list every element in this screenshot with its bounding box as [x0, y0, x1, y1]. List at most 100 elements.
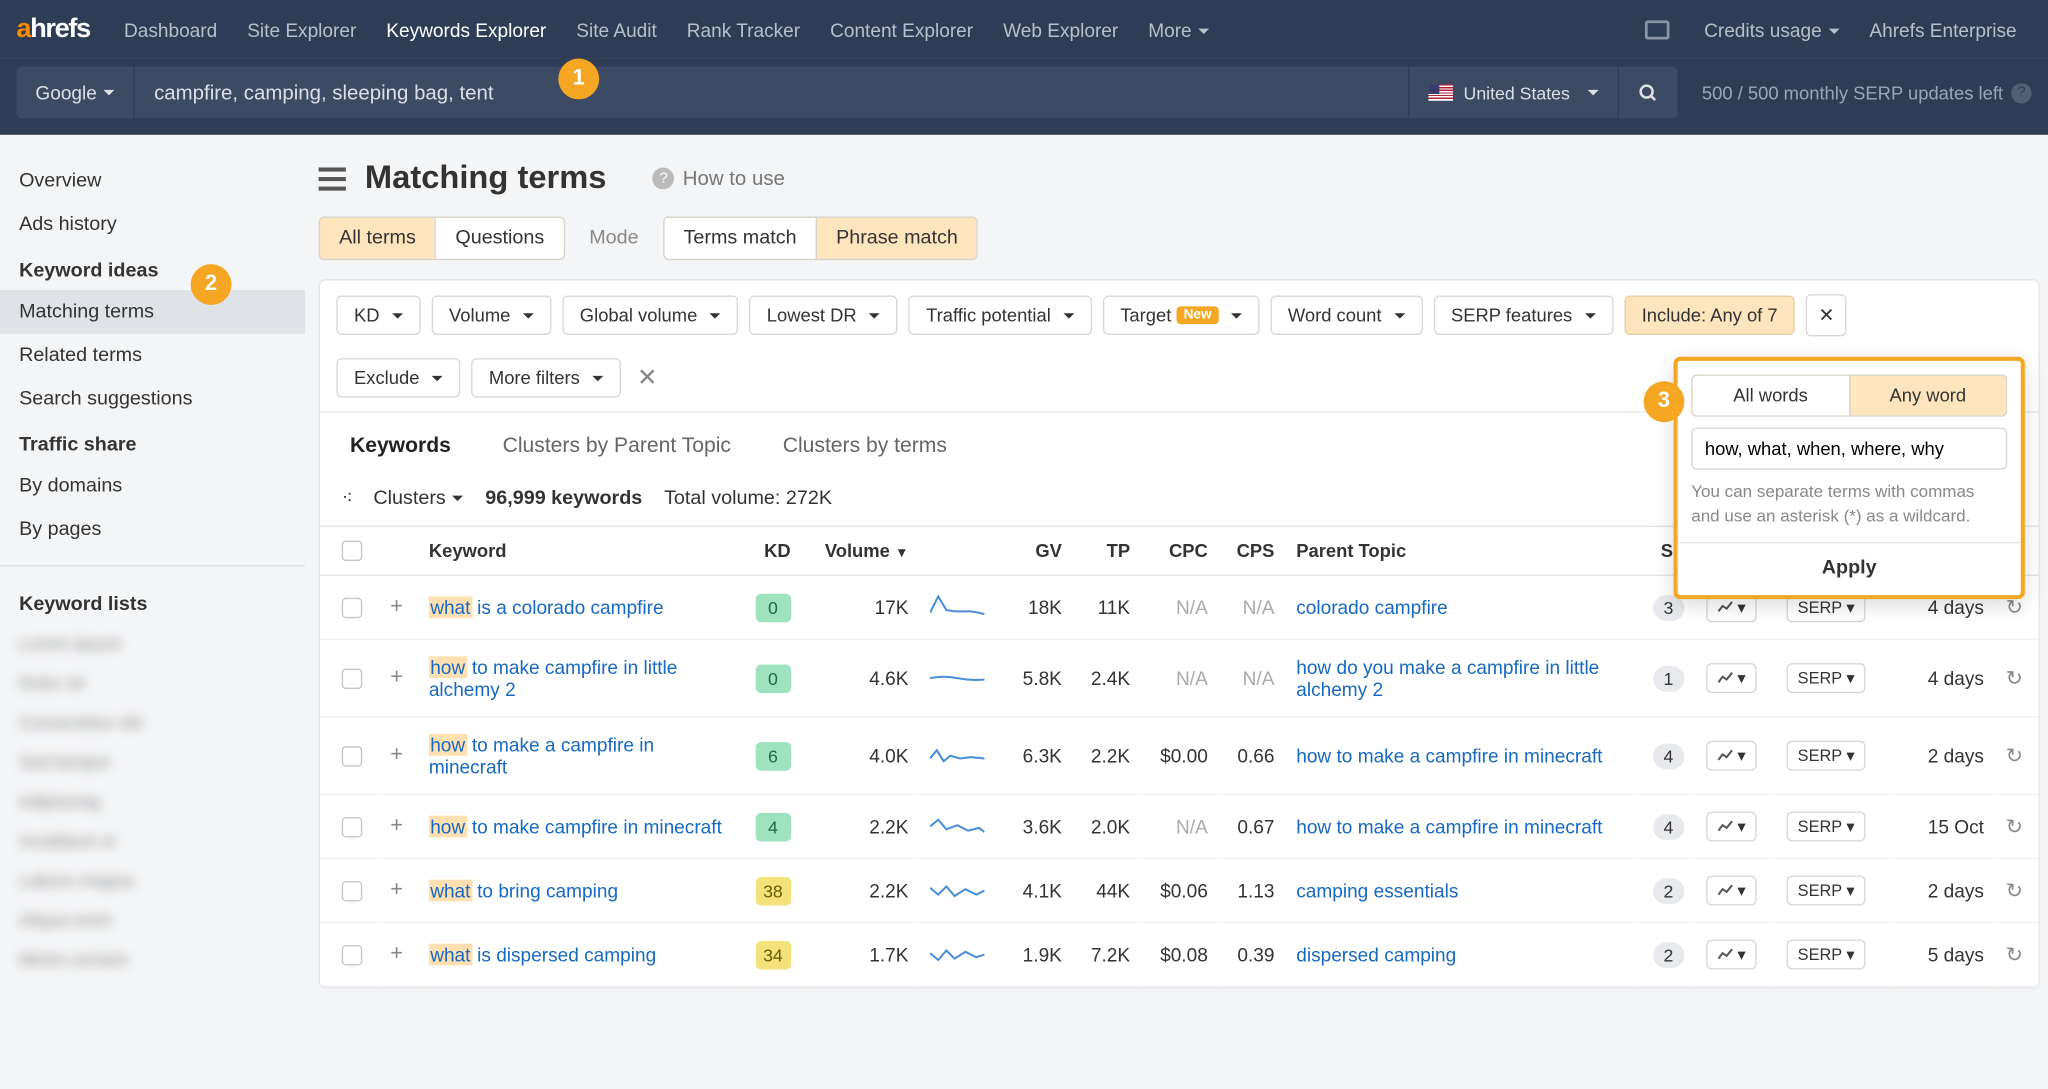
nav-content-explorer[interactable]: Content Explorer	[815, 18, 988, 40]
row-checkbox[interactable]	[342, 668, 362, 688]
parent-topic-link[interactable]: how do you make a campfire in little alc…	[1296, 656, 1599, 700]
tab-clusters-by-parent-topic[interactable]: Clusters by Parent Topic	[494, 413, 739, 481]
tab-clusters-by-terms[interactable]: Clusters by terms	[775, 413, 956, 481]
expand-icon[interactable]: +	[390, 743, 403, 766]
terms-toggle[interactable]: All termsQuestions	[319, 217, 565, 261]
account-menu[interactable]: Ahrefs Enterprise	[1854, 18, 2031, 40]
trend-button[interactable]: ▾	[1706, 940, 1756, 970]
keyword-link[interactable]: what is dispersed camping	[429, 944, 656, 966]
row-checkbox[interactable]	[342, 880, 362, 900]
seg-opt-questions[interactable]: Questions	[435, 218, 563, 259]
col-CPS[interactable]: CPS	[1219, 526, 1286, 575]
keyword-link[interactable]: how to make a campfire in minecraft	[429, 734, 654, 778]
col-TP[interactable]: TP	[1073, 526, 1141, 575]
serp-button[interactable]: SERP ▾	[1787, 876, 1866, 906]
country-select[interactable]: United States	[1408, 67, 1618, 119]
nav-dashboard[interactable]: Dashboard	[109, 18, 232, 40]
keyword-link[interactable]: what to bring camping	[429, 880, 618, 902]
expand-icon[interactable]: +	[390, 595, 403, 618]
filter-more-filters[interactable]: More filters	[471, 358, 620, 397]
trend-button[interactable]: ▾	[1706, 741, 1756, 771]
search-engine-select[interactable]: Google	[16, 67, 135, 119]
trend-button[interactable]: ▾	[1706, 876, 1756, 906]
sidebar-item-by-domains[interactable]: By domains	[0, 464, 305, 508]
include-clear[interactable]: ✕	[1806, 294, 1846, 336]
refresh-icon[interactable]: ↻	[2006, 880, 2023, 903]
keyword-link[interactable]: how to make campfire in minecraft	[429, 816, 722, 838]
refresh-icon[interactable]: ↻	[2006, 596, 2023, 619]
expand-icon[interactable]: +	[390, 942, 403, 965]
filter-lowest-dr[interactable]: Lowest DR	[749, 295, 897, 334]
filter-global-volume[interactable]: Global volume	[562, 295, 738, 334]
nav-site-explorer[interactable]: Site Explorer	[232, 18, 371, 40]
col-GV[interactable]: GV	[1005, 526, 1073, 575]
monitor-icon[interactable]	[1646, 20, 1671, 39]
search-button[interactable]	[1617, 67, 1677, 119]
sf-badge[interactable]: 4	[1653, 743, 1685, 769]
serp-button[interactable]: SERP ▾	[1787, 741, 1866, 771]
col-Parent Topic[interactable]: Parent Topic	[1285, 526, 1635, 575]
expand-icon[interactable]: +	[390, 666, 403, 689]
col-Keyword[interactable]: Keyword	[418, 526, 738, 575]
refresh-icon[interactable]: ↻	[2006, 745, 2023, 768]
menu-icon[interactable]	[319, 167, 346, 190]
tab-keywords[interactable]: Keywords	[342, 413, 459, 481]
include-terms-input[interactable]	[1691, 428, 2007, 470]
refresh-icon[interactable]: ↻	[2006, 944, 2023, 967]
sidebar-item-search-suggestions[interactable]: Search suggestions	[0, 377, 305, 421]
row-checkbox[interactable]	[342, 944, 362, 964]
sidebar-item-by-pages[interactable]: By pages	[0, 508, 305, 552]
row-checkbox[interactable]	[342, 597, 362, 617]
refresh-icon[interactable]: ↻	[2006, 816, 2023, 839]
row-checkbox[interactable]	[342, 816, 362, 836]
sf-badge[interactable]: 2	[1653, 878, 1685, 904]
keyword-link[interactable]: how to make campfire in little alchemy 2	[429, 656, 678, 700]
filter-exclude[interactable]: Exclude	[336, 358, 460, 397]
help-icon[interactable]: ?	[2011, 82, 2031, 102]
sidebar-item-matching-terms[interactable]: Matching terms	[0, 290, 305, 334]
parent-topic-link[interactable]: camping essentials	[1296, 880, 1458, 902]
trend-button[interactable]: ▾	[1706, 812, 1756, 842]
filter-kd[interactable]: KD	[336, 295, 420, 334]
seg-opt-all-words[interactable]: All words	[1693, 376, 1849, 415]
col-Volume[interactable]: Volume ▼	[802, 526, 920, 575]
parent-topic-link[interactable]: how to make a campfire in minecraft	[1296, 816, 1602, 838]
include-filter[interactable]: Include: Any of 7	[1624, 295, 1795, 334]
credits-usage[interactable]: Credits usage	[1689, 18, 1854, 40]
serp-button[interactable]: SERP ▾	[1787, 940, 1866, 970]
sidebar-item-overview[interactable]: Overview	[0, 159, 305, 203]
include-mode-toggle[interactable]: All wordsAny word	[1691, 374, 2007, 416]
keyword-link[interactable]: what is a colorado campfire	[429, 596, 664, 618]
keyword-input[interactable]: campfire, camping, sleeping bag, tent	[135, 67, 1408, 119]
parent-topic-link[interactable]: dispersed camping	[1296, 944, 1456, 966]
filter-word-count[interactable]: Word count	[1270, 295, 1422, 334]
apply-button[interactable]: Apply	[1678, 542, 2021, 581]
match-mode-toggle[interactable]: Terms matchPhrase match	[663, 217, 978, 261]
seg-opt-all-terms[interactable]: All terms	[320, 218, 435, 259]
nav-rank-tracker[interactable]: Rank Tracker	[672, 18, 815, 40]
nav-more[interactable]: More	[1133, 18, 1224, 40]
serp-button[interactable]: SERP ▾	[1787, 663, 1866, 693]
select-all-checkbox[interactable]	[342, 541, 362, 561]
sf-badge[interactable]: 1	[1653, 665, 1685, 691]
clusters-dropdown[interactable]: Clusters	[373, 487, 463, 509]
nav-keywords-explorer[interactable]: Keywords Explorer	[371, 18, 561, 40]
refresh-icon[interactable]: ↻	[2006, 667, 2023, 690]
seg-opt-any-word[interactable]: Any word	[1849, 376, 2006, 415]
expand-icon[interactable]: +	[390, 878, 403, 901]
nav-web-explorer[interactable]: Web Explorer	[988, 18, 1133, 40]
filter-serp-features[interactable]: SERP features	[1433, 295, 1613, 334]
col-CPC[interactable]: CPC	[1141, 526, 1219, 575]
sidebar-item-ads-history[interactable]: Ads history	[0, 203, 305, 247]
sidebar-item-related-terms[interactable]: Related terms	[0, 334, 305, 378]
filter-traffic-potential[interactable]: Traffic potential	[908, 295, 1091, 334]
sf-badge[interactable]: 2	[1653, 942, 1685, 968]
expand-icon[interactable]: +	[390, 814, 403, 837]
row-checkbox[interactable]	[342, 746, 362, 766]
parent-topic-link[interactable]: how to make a campfire in minecraft	[1296, 745, 1602, 767]
clear-filters[interactable]: ✕	[632, 364, 663, 393]
seg-opt-terms-match[interactable]: Terms match	[664, 218, 815, 259]
filter-volume[interactable]: Volume	[431, 295, 551, 334]
filter-target[interactable]: Target New	[1103, 295, 1260, 334]
trend-button[interactable]: ▾	[1706, 663, 1756, 693]
